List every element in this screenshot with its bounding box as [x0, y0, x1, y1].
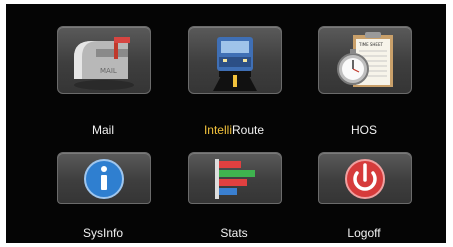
info-icon: [84, 159, 124, 199]
sysinfo-label[interactable]: SysInfo: [48, 226, 158, 240]
logoff-tile[interactable]: [318, 152, 412, 204]
power-icon: [345, 159, 385, 199]
home-screen: MAIL Mail IntelliRoute TIME SHEET HOS Sy…: [6, 4, 446, 243]
logoff-label[interactable]: Logoff: [309, 226, 419, 240]
mail-tile[interactable]: MAIL: [57, 26, 151, 94]
sysinfo-tile[interactable]: [57, 152, 151, 204]
intelliroute-label[interactable]: IntelliRoute: [179, 123, 289, 137]
intelliroute-label-prefix: Intelli: [203, 123, 232, 137]
bar-chart-icon: [215, 159, 255, 199]
mailbox-text: MAIL: [100, 67, 117, 75]
intelliroute-label-suffix: Route: [231, 123, 265, 137]
mail-label[interactable]: Mail: [48, 123, 158, 137]
stopwatch-clipboard-icon: TIME SHEET: [337, 32, 393, 87]
timesheet-text: TIME SHEET: [358, 42, 383, 47]
truck-road-icon: [213, 37, 257, 91]
hos-tile[interactable]: TIME SHEET: [318, 26, 412, 94]
mailbox-icon: MAIL: [74, 37, 134, 90]
stats-label[interactable]: Stats: [179, 226, 289, 240]
stats-tile[interactable]: [188, 152, 282, 204]
intelliroute-tile[interactable]: [188, 26, 282, 94]
hos-label[interactable]: HOS: [309, 123, 419, 137]
